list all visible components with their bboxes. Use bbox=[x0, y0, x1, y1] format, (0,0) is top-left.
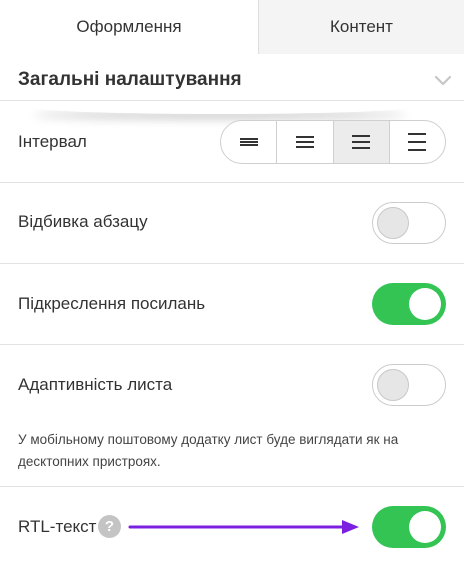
arrow-annotation bbox=[128, 520, 359, 534]
paragraph-spacing-toggle[interactable] bbox=[372, 202, 446, 244]
line-spacing-medium-icon bbox=[352, 135, 371, 149]
tab-design[interactable]: Оформлення bbox=[0, 0, 259, 55]
interval-row: Інтервал bbox=[0, 100, 464, 182]
section-header[interactable]: Загальні налаштування bbox=[0, 55, 464, 105]
link-underline-toggle[interactable] bbox=[372, 283, 446, 325]
help-icon[interactable]: ? bbox=[98, 515, 121, 538]
toggle-knob bbox=[409, 511, 441, 543]
interval-selector[interactable] bbox=[220, 120, 446, 164]
interval-label: Інтервал bbox=[18, 132, 87, 151]
rtl-label: RTL-текст bbox=[18, 517, 97, 536]
paragraph-spacing-label: Відбивка абзацу bbox=[18, 212, 148, 231]
rtl-toggle[interactable] bbox=[372, 506, 446, 548]
line-spacing-large-icon bbox=[408, 133, 427, 151]
line-spacing-tight-button[interactable] bbox=[221, 121, 276, 163]
toggle-knob bbox=[409, 288, 441, 320]
section-title: Загальні налаштування bbox=[18, 69, 242, 90]
paragraph-spacing-row: Відбивка абзацу bbox=[0, 182, 464, 263]
toggle-knob bbox=[377, 369, 409, 401]
tab-content-label: Контент bbox=[330, 17, 393, 36]
tab-content[interactable]: Контент bbox=[259, 0, 464, 54]
line-spacing-small-icon bbox=[295, 136, 314, 148]
toggle-knob bbox=[377, 207, 409, 239]
line-spacing-tight-icon bbox=[239, 138, 258, 146]
line-spacing-small-button[interactable] bbox=[276, 121, 332, 163]
adaptive-label: Адаптивність листа bbox=[18, 375, 173, 394]
chevron-down-icon[interactable] bbox=[432, 69, 454, 91]
line-spacing-medium-button[interactable] bbox=[332, 121, 389, 163]
tab-design-label: Оформлення bbox=[76, 17, 182, 36]
adaptive-toggle[interactable] bbox=[372, 364, 446, 406]
adaptive-hint: У мобільному поштовому додатку лист буде… bbox=[18, 432, 399, 469]
line-spacing-large-button[interactable] bbox=[388, 121, 445, 163]
link-underline-row: Підкреслення посилань bbox=[0, 263, 464, 344]
link-underline-label: Підкреслення посилань bbox=[18, 294, 206, 313]
tab-bar: Оформлення Контент bbox=[0, 0, 464, 55]
adaptive-row: Адаптивність листа У мобільному поштовом… bbox=[0, 344, 464, 486]
rtl-row: RTL-текст ? bbox=[0, 486, 464, 568]
